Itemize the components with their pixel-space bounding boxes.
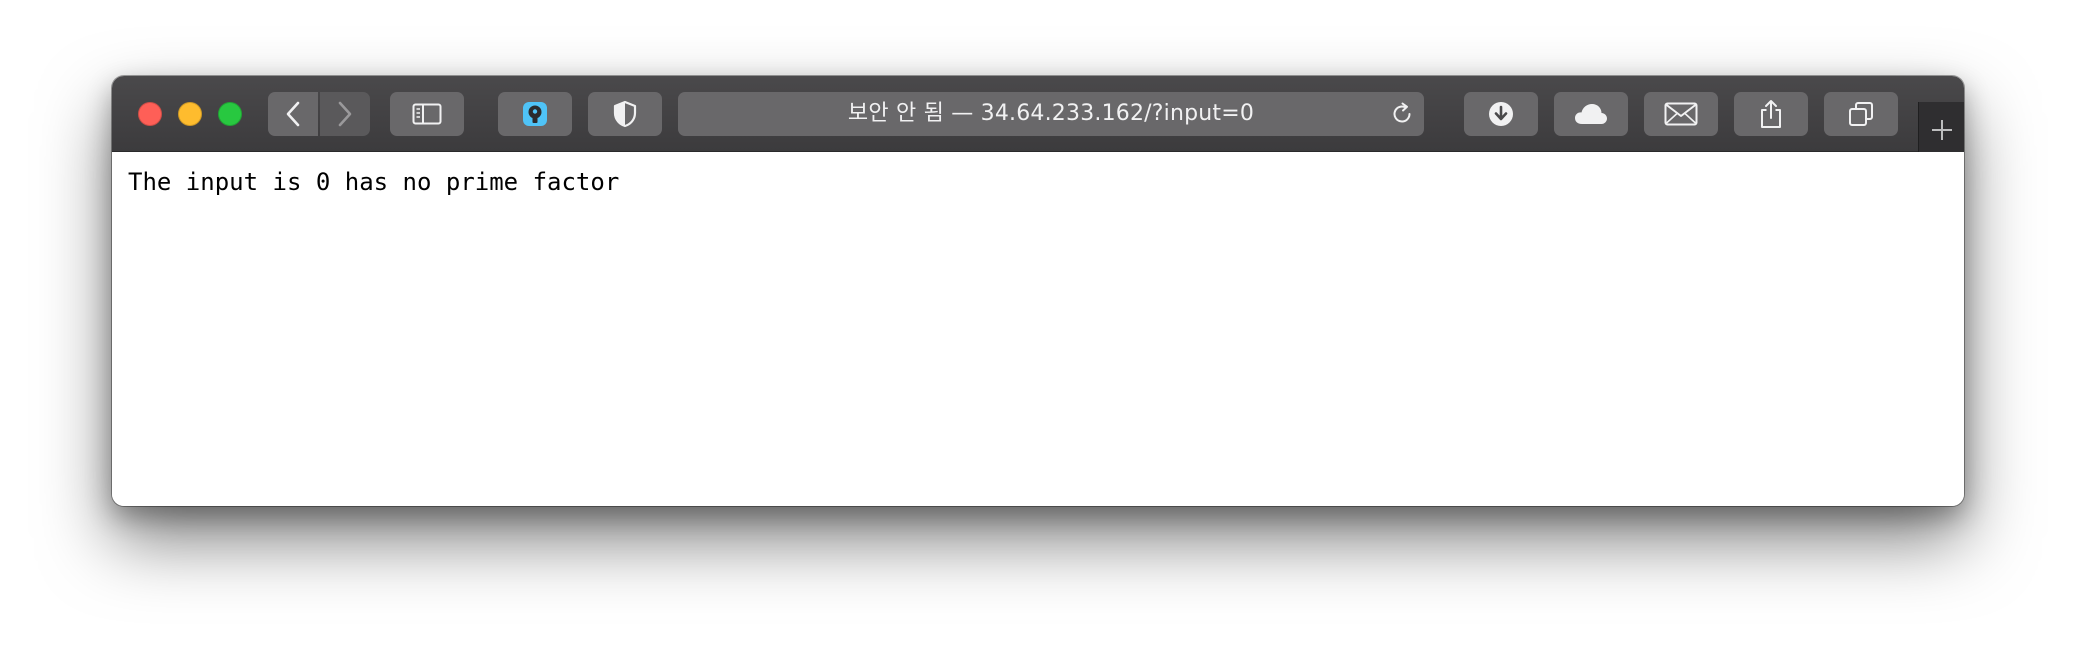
sidebar-icon bbox=[412, 103, 442, 125]
close-window-button[interactable] bbox=[138, 102, 162, 126]
privacy-report-button[interactable] bbox=[588, 92, 662, 136]
minimize-window-button[interactable] bbox=[178, 102, 202, 126]
address-bar[interactable]: 보안 안 됨 — 34.64.233.162/?input=0 bbox=[678, 92, 1424, 136]
downloads-button[interactable] bbox=[1464, 92, 1538, 136]
new-tab-icon bbox=[1931, 119, 1952, 140]
sidebar-button[interactable] bbox=[390, 92, 464, 136]
mail-icon bbox=[1664, 102, 1698, 126]
forward-icon bbox=[338, 101, 352, 127]
privacy-shield-icon bbox=[613, 100, 637, 128]
address-text: 보안 안 됨 — 34.64.233.162/?input=0 bbox=[847, 101, 1255, 126]
tab-overview-icon bbox=[1849, 102, 1873, 126]
browser-toolbar: 보안 안 됨 — 34.64.233.162/?input=0 bbox=[112, 76, 1964, 152]
password-manager-icon bbox=[523, 102, 547, 126]
reload-icon[interactable] bbox=[1390, 102, 1414, 126]
downloads-icon bbox=[1489, 102, 1513, 126]
new-tab-button[interactable] bbox=[1918, 102, 1964, 152]
share-icon bbox=[1761, 100, 1781, 128]
tab-overview-button[interactable] bbox=[1824, 92, 1898, 136]
icloud-icon bbox=[1575, 104, 1607, 124]
password-manager-button[interactable] bbox=[498, 92, 572, 136]
browser-window: 보안 안 됨 — 34.64.233.162/?input=0 The inpu… bbox=[112, 76, 1964, 506]
back-button[interactable] bbox=[268, 92, 318, 136]
mail-button[interactable] bbox=[1644, 92, 1718, 136]
icloud-tabs-button[interactable] bbox=[1554, 92, 1628, 136]
share-button[interactable] bbox=[1734, 92, 1808, 136]
back-icon bbox=[286, 101, 300, 127]
page-content: The input is 0 has no prime factor bbox=[112, 152, 1964, 506]
page-body-text: The input is 0 has no prime factor bbox=[128, 168, 620, 196]
maximize-window-button[interactable] bbox=[218, 102, 242, 126]
forward-button[interactable] bbox=[320, 92, 370, 136]
